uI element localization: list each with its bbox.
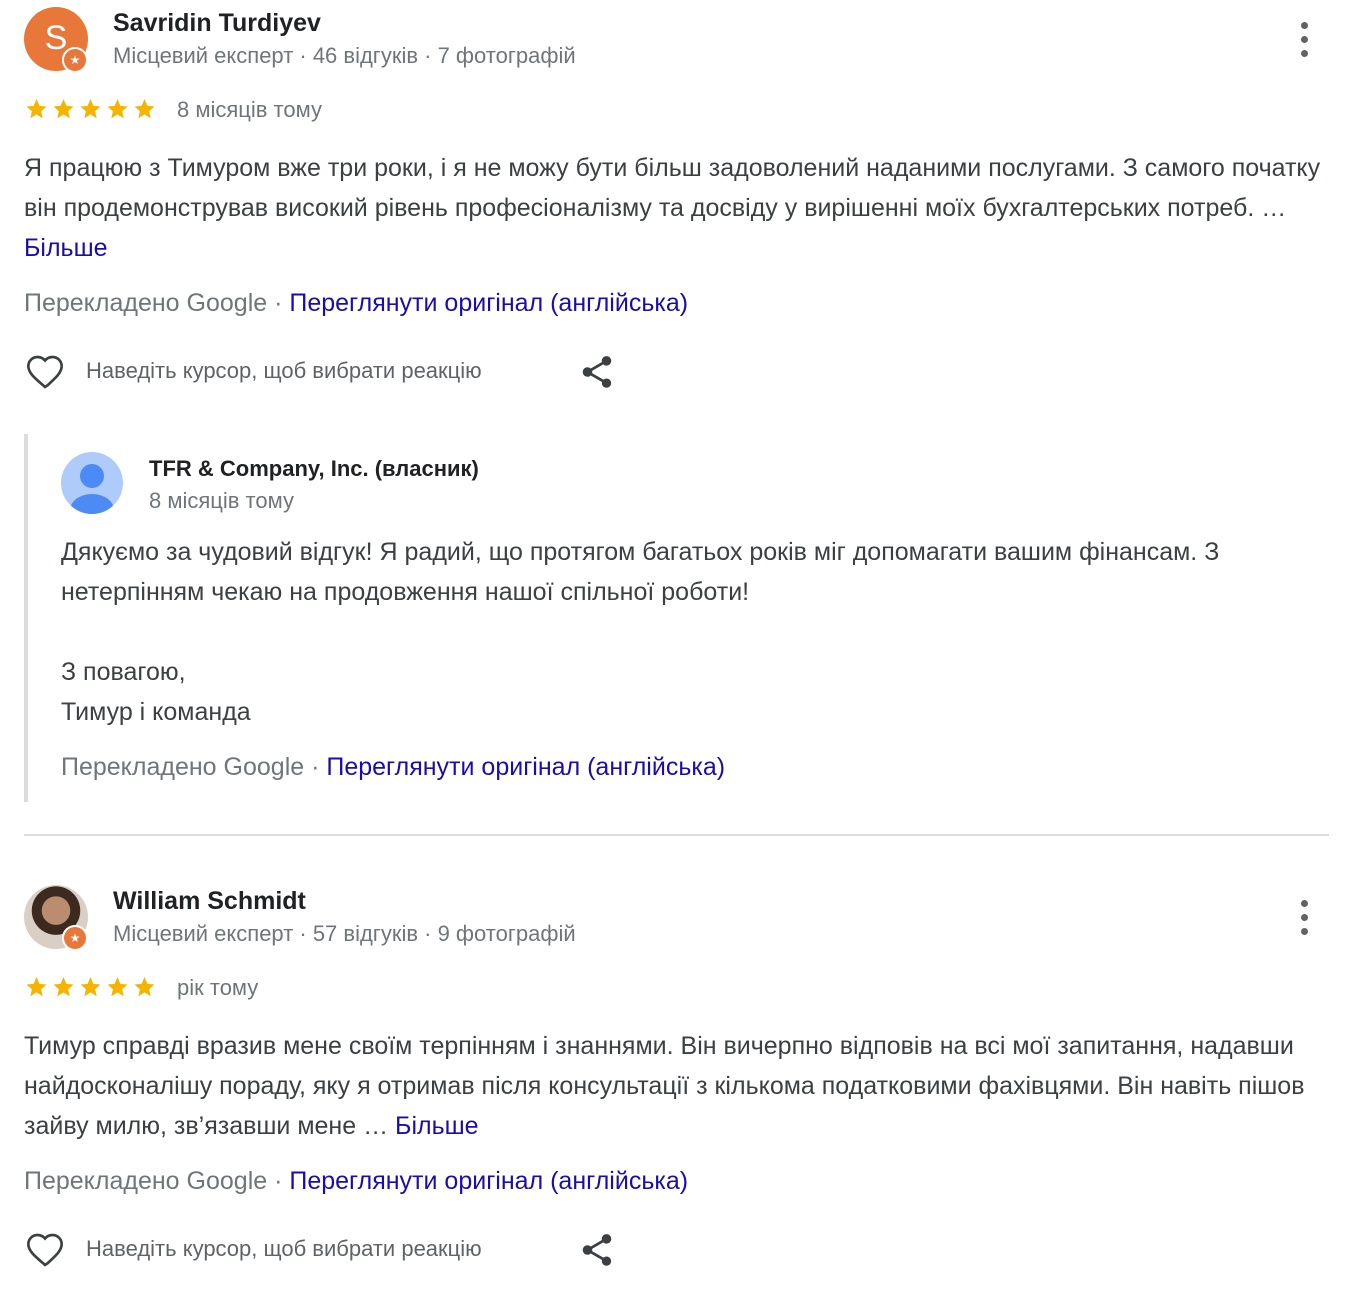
owner-translation-note: Перекладено Google · Переглянути оригіна… — [61, 753, 725, 782]
author-name[interactable]: Savridin Turdiyev — [113, 9, 321, 38]
more-link[interactable]: Більше — [395, 1112, 479, 1140]
translated-label: Перекладено Google · — [24, 1167, 290, 1195]
more-options-button[interactable] — [1290, 20, 1320, 60]
owner-name: TFR & Company, Inc. (власник) — [149, 456, 479, 481]
star-icon — [107, 977, 128, 997]
star-icon — [80, 977, 101, 997]
owner-reply-bar — [24, 434, 28, 802]
translation-note: Перекладено Google · Переглянути оригіна… — [24, 1167, 688, 1196]
more-options-button[interactable] — [1290, 898, 1320, 938]
star-icon — [26, 977, 47, 997]
heart-icon[interactable] — [24, 352, 66, 392]
author-meta[interactable]: Місцевий експерт · 57 відгуків · 9 фотог… — [113, 921, 576, 947]
star-icon — [80, 99, 101, 119]
local-guide-badge-icon: ★ — [62, 47, 88, 73]
star-icon — [134, 99, 155, 119]
translated-label: Перекладено Google · — [61, 753, 327, 781]
review-date: рік тому — [177, 975, 259, 1000]
author-meta[interactable]: Місцевий експерт · 46 відгуків · 7 фотог… — [113, 43, 576, 69]
reaction-hint: Наведіть курсор, щоб вибрати реакцію — [86, 1236, 482, 1261]
more-link[interactable]: Більше — [24, 234, 108, 262]
star-icon — [107, 99, 128, 119]
translation-note: Перекладено Google · Переглянути оригіна… — [24, 289, 688, 318]
view-original-link[interactable]: Переглянути оригінал (англійська) — [289, 1167, 688, 1195]
star-icon — [134, 977, 155, 997]
person-icon — [61, 452, 123, 514]
share-icon[interactable] — [578, 352, 616, 392]
view-original-link[interactable]: Переглянути оригінал (англійська) — [289, 289, 688, 317]
more-vert-dot — [1301, 50, 1308, 57]
share-icon[interactable] — [578, 1230, 616, 1270]
view-original-link[interactable]: Переглянути оригінал (англійська) — [326, 753, 725, 781]
more-vert-dot — [1301, 36, 1308, 43]
star-icon — [53, 977, 74, 997]
divider — [24, 834, 1329, 836]
owner-reply-date: 8 місяців тому — [149, 488, 294, 513]
review-body: Я працюю з Тимуром вже три роки, і я не … — [24, 154, 1321, 222]
owner-reply-text: Дякуємо за чудовий відгук! Я радий, що п… — [61, 532, 1291, 732]
review-text: Тимур справді вразив мене своїм терпіння… — [24, 1026, 1334, 1146]
more-vert-icon — [1301, 22, 1308, 29]
review-body: Тимур справді вразив мене своїм терпіння… — [24, 1032, 1305, 1140]
star-rating — [24, 975, 159, 999]
review-text: Я працюю з Тимуром вже три роки, і я не … — [24, 148, 1334, 268]
local-guide-badge-icon: ★ — [62, 925, 88, 951]
author-name[interactable]: William Schmidt — [113, 887, 306, 916]
more-vert-dot — [1301, 914, 1308, 921]
owner-reply-line3: Тимур і команда — [61, 698, 251, 726]
star-icon — [53, 99, 74, 119]
more-vert-dot — [1301, 928, 1308, 935]
owner-reply-line1: Дякуємо за чудовий відгук! Я радий, що п… — [61, 538, 1220, 606]
owner-reply-line2: З повагою, — [61, 658, 186, 686]
more-vert-icon — [1301, 900, 1308, 907]
star-icon — [26, 99, 47, 119]
star-rating — [24, 97, 159, 121]
heart-icon[interactable] — [24, 1230, 66, 1270]
reaction-hint: Наведіть курсор, щоб вибрати реакцію — [86, 358, 482, 383]
translated-label: Перекладено Google · — [24, 289, 290, 317]
review-date: 8 місяців тому — [177, 97, 322, 122]
